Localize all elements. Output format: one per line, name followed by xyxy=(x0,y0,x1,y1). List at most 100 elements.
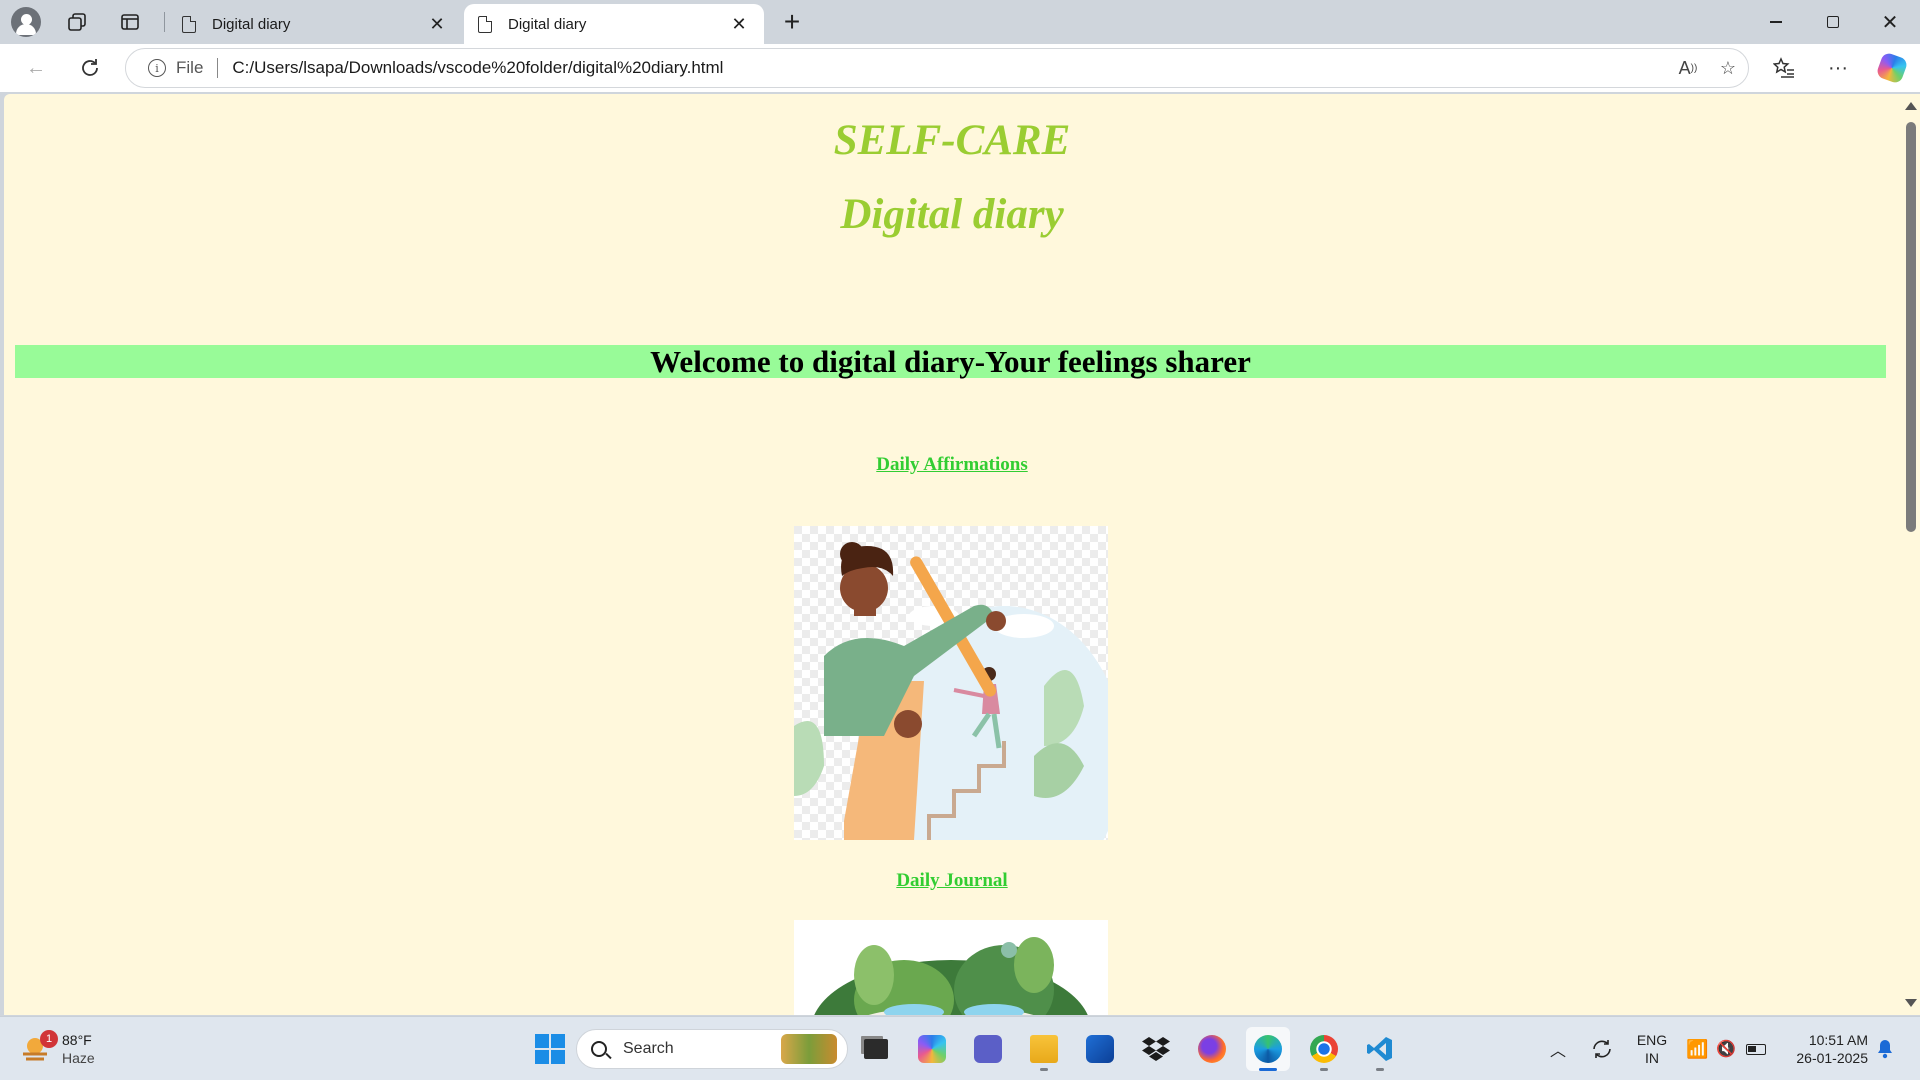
page-icon xyxy=(182,15,196,33)
tab-digital-diary-1[interactable]: Digital diary ✕ xyxy=(168,4,462,44)
page-title: SELF-CARE xyxy=(833,117,1071,164)
url-text[interactable]: C:/Users/lsapa/Downloads/vscode%20folder… xyxy=(232,58,1668,78)
weather-condition: Haze xyxy=(62,1050,95,1066)
taskbar-search[interactable]: Search xyxy=(576,1029,848,1069)
workspaces-icon xyxy=(68,13,86,31)
task-view-icon xyxy=(864,1039,888,1059)
restore-icon xyxy=(1827,16,1839,28)
battery-icon xyxy=(1746,1043,1766,1055)
search-highlight-image xyxy=(781,1034,837,1064)
taskbar-edge[interactable] xyxy=(1246,1027,1290,1071)
favorite-star-icon[interactable]: ☆ xyxy=(1708,58,1748,79)
journal-illustration xyxy=(794,920,1108,1015)
region-code: IN xyxy=(1645,1050,1659,1066)
profile-button[interactable] xyxy=(6,4,46,40)
tab-label: Digital diary xyxy=(212,15,291,33)
close-icon: ✕ xyxy=(1881,11,1899,34)
weather-haze-icon: 1 xyxy=(20,1030,58,1064)
favorites-icon xyxy=(1773,57,1794,78)
show-hidden-icons-button[interactable]: ︿ xyxy=(1550,1017,1566,1080)
minimize-button[interactable] xyxy=(1748,0,1804,44)
address-separator xyxy=(217,58,219,78)
bell-icon xyxy=(1878,1040,1892,1059)
taskbar-file-explorer[interactable] xyxy=(1022,1027,1066,1071)
scroll-down-arrow-icon[interactable] xyxy=(1905,999,1917,1007)
address-bar[interactable]: i File C:/Users/lsapa/Downloads/vscode%2… xyxy=(125,48,1749,88)
back-button[interactable]: ← xyxy=(18,50,54,86)
task-view-button[interactable] xyxy=(854,1027,898,1071)
copilot-icon xyxy=(1875,51,1909,85)
clock[interactable]: 10:51 AM 26-01-2025 xyxy=(1782,1031,1868,1080)
arrow-left-icon: ← xyxy=(26,56,46,79)
daily-journal-link[interactable]: Daily Journal xyxy=(4,870,1900,892)
taskbar-firefox[interactable] xyxy=(1190,1027,1234,1071)
input-language[interactable]: ENG IN xyxy=(1632,1031,1672,1080)
new-tab-button[interactable]: + xyxy=(774,4,810,40)
taskbar-dropbox[interactable] xyxy=(1134,1027,1178,1071)
sync-status[interactable] xyxy=(1590,1017,1614,1080)
scheme-label: File xyxy=(176,58,204,77)
taskbar-vscode[interactable] xyxy=(1358,1027,1402,1071)
page-viewport: SELF-CARE Digital diary Welcome to digit… xyxy=(4,94,1900,1015)
taskbar: 1 88°F Haze Search ︿ ENG IN 📶 🔇 10:51 AM… xyxy=(0,1016,1920,1080)
clock-time: 10:51 AM xyxy=(1808,1032,1868,1048)
tab-separator xyxy=(164,12,165,32)
vertical-scrollbar[interactable] xyxy=(1900,94,1920,1015)
workspaces-button[interactable] xyxy=(57,4,97,40)
search-placeholder: Search xyxy=(623,1040,674,1057)
minimize-icon xyxy=(1770,21,1782,23)
page-icon xyxy=(478,15,492,33)
firefox-icon xyxy=(1198,1035,1226,1063)
language-code: ENG xyxy=(1636,1032,1668,1048)
more-menu-button[interactable]: ··· xyxy=(1820,50,1856,86)
ellipsis-icon: ··· xyxy=(1828,56,1848,79)
weather-badge: 1 xyxy=(40,1030,58,1048)
volume-muted-icon: 🔇 xyxy=(1716,1041,1736,1058)
start-button[interactable] xyxy=(528,1027,572,1071)
clock-date: 26-01-2025 xyxy=(1796,1050,1868,1066)
copilot-button[interactable] xyxy=(1874,50,1910,86)
reload-button[interactable] xyxy=(72,50,108,86)
read-aloud-icon[interactable]: A)) xyxy=(1668,58,1708,79)
welcome-banner: Welcome to digital diary-Your feelings s… xyxy=(15,345,1886,378)
volume-status[interactable]: 🔇 xyxy=(1716,1017,1736,1080)
scrollbar-thumb[interactable] xyxy=(1906,122,1916,532)
tab-strip: Digital diary ✕ Digital diary ✕ + ✕ xyxy=(0,0,1920,44)
profile-icon xyxy=(11,7,41,37)
weather-temperature: 88°F xyxy=(62,1032,92,1048)
restore-button[interactable] xyxy=(1805,0,1861,44)
info-icon[interactable]: i xyxy=(148,59,166,77)
taskbar-copilot[interactable] xyxy=(910,1027,954,1071)
copilot-icon xyxy=(918,1035,946,1063)
wifi-icon: 📶 xyxy=(1686,1038,1709,1059)
affirmations-illustration xyxy=(794,526,1108,840)
dropbox-icon xyxy=(1142,1037,1170,1061)
notifications-button[interactable] xyxy=(1876,1017,1894,1080)
windows-logo-icon xyxy=(535,1034,565,1064)
tab-digital-diary-2[interactable]: Digital diary ✕ xyxy=(464,4,764,44)
close-tab-icon[interactable]: ✕ xyxy=(728,14,750,35)
vertical-tabs-icon xyxy=(121,14,139,30)
close-window-button[interactable]: ✕ xyxy=(1862,0,1918,44)
teams-icon xyxy=(974,1035,1002,1063)
battery-status[interactable] xyxy=(1746,1017,1766,1080)
taskbar-store[interactable] xyxy=(1078,1027,1122,1071)
daily-affirmations-link[interactable]: Daily Affirmations xyxy=(4,454,1900,476)
store-icon xyxy=(1086,1035,1114,1063)
favorites-button[interactable] xyxy=(1766,50,1802,86)
sync-icon xyxy=(1593,1040,1611,1058)
reload-icon xyxy=(82,59,98,76)
vscode-icon xyxy=(1367,1037,1392,1061)
edge-icon xyxy=(1254,1035,1282,1063)
close-tab-icon[interactable]: ✕ xyxy=(426,14,448,35)
vertical-tabs-button[interactable] xyxy=(110,4,150,40)
search-icon xyxy=(591,1041,607,1057)
taskbar-chrome[interactable] xyxy=(1302,1027,1346,1071)
weather-widget[interactable]: 1 88°F Haze xyxy=(20,1030,95,1067)
chevron-up-icon: ︿ xyxy=(1550,1043,1567,1060)
taskbar-teams[interactable] xyxy=(966,1027,1010,1071)
scroll-up-arrow-icon[interactable] xyxy=(1905,102,1917,110)
browser-toolbar: ← i File C:/Users/lsapa/Downloads/vscode… xyxy=(0,44,1920,92)
wifi-status[interactable]: 📶 xyxy=(1686,1017,1708,1080)
folder-icon xyxy=(1030,1035,1058,1063)
